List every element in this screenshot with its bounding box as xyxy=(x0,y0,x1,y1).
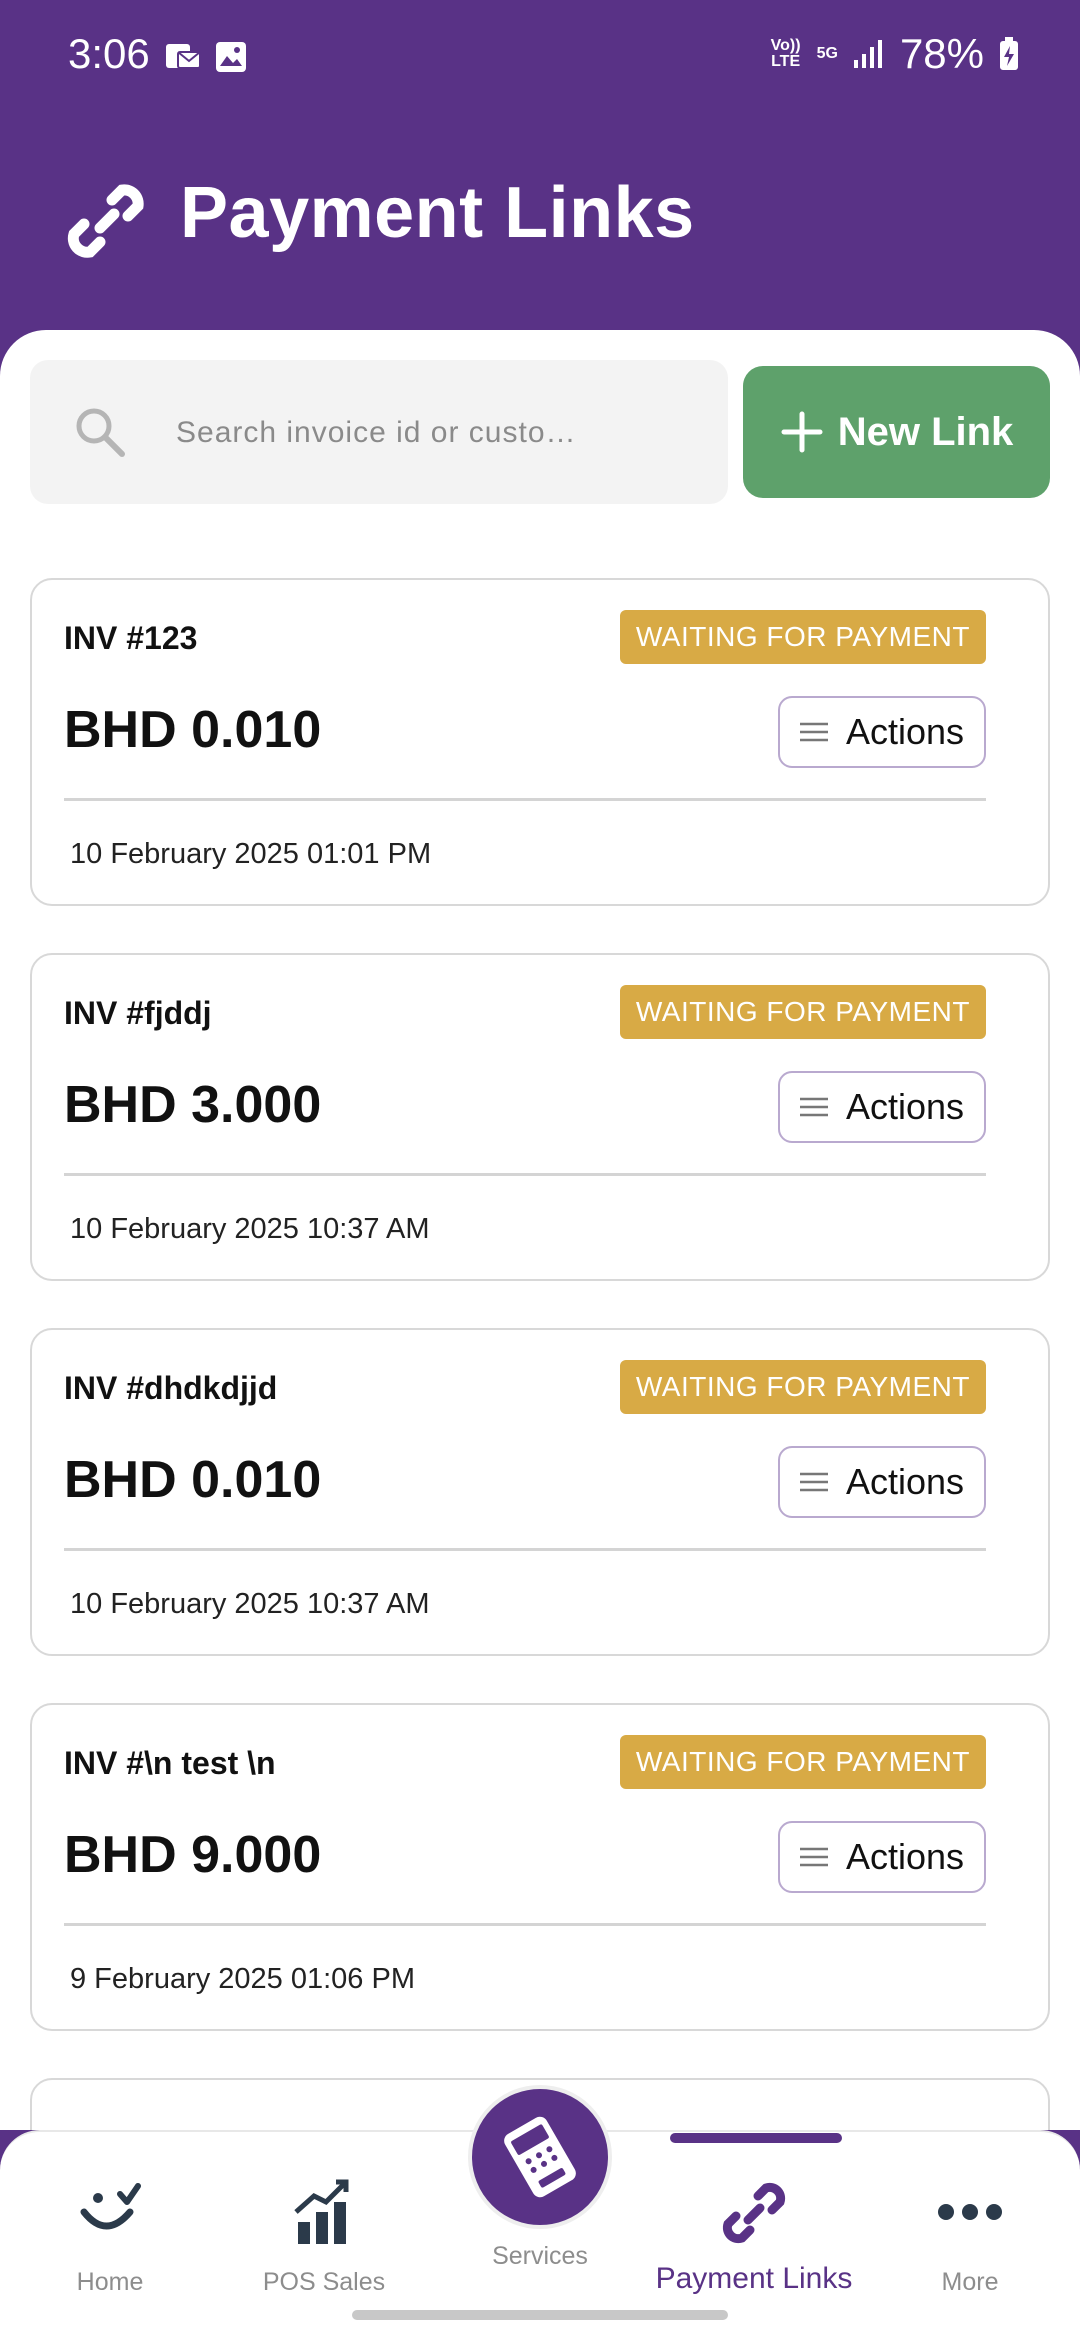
nav-item-services[interactable] xyxy=(468,2085,612,2229)
nav-label-services: Services xyxy=(492,2242,588,2270)
created-date: 9 February 2025 01:06 PM xyxy=(70,1963,415,1995)
search-box[interactable] xyxy=(30,360,728,504)
battery-percent: 78% xyxy=(899,30,984,77)
nav-item-payment-links[interactable]: Payment Links xyxy=(654,2132,854,2312)
status-bar: 3:06 Vo)) LTE 5G 78% xyxy=(0,0,1080,120)
actions-label: Actions xyxy=(845,1086,965,1127)
divider xyxy=(64,1923,986,1926)
new-link-button[interactable]: New Link xyxy=(743,366,1050,498)
nav-label-more: More xyxy=(941,2268,999,2296)
payment-link-card[interactable]: INV #\n test \n WAITING FOR PAYMENT BHD … xyxy=(30,1703,1050,2031)
actions-button[interactable]: Actions xyxy=(778,1071,986,1143)
network-5g-indicator: 5G xyxy=(816,45,838,62)
nav-label-payment-links: Payment Links xyxy=(655,2262,853,2295)
status-system: Vo)) LTE 5G 78% xyxy=(769,30,1020,78)
card-terminal-icon xyxy=(504,2116,576,2198)
active-tab-indicator xyxy=(670,2133,842,2143)
divider xyxy=(64,798,986,801)
link-icon xyxy=(67,184,144,258)
bar-chart-icon xyxy=(294,2179,349,2244)
amount: BHD 9.000 xyxy=(64,1826,322,1884)
status-time: 3:06 xyxy=(68,30,150,77)
volte-indicator: Vo)) LTE xyxy=(770,37,801,70)
payment-link-card[interactable]: INV #fjddj WAITING FOR PAYMENT BHD 3.000… xyxy=(30,953,1050,1281)
signal-icon xyxy=(853,40,882,68)
created-date: 10 February 2025 10:37 AM xyxy=(70,1588,430,1620)
image-notification-icon xyxy=(216,42,246,72)
plus-icon xyxy=(781,411,823,453)
invoice-id: INV #fjddj xyxy=(64,995,212,1031)
actions-label: Actions xyxy=(845,1461,965,1502)
content-sheet: New Link INV #123 WAITING FOR PAYMENT BH… xyxy=(0,330,1080,2130)
status-badge: WAITING FOR PAYMENT xyxy=(619,1735,986,1789)
actions-label: Actions xyxy=(845,1836,965,1877)
nav-label-home: Home xyxy=(76,2268,144,2296)
created-date: 10 February 2025 10:37 AM xyxy=(70,1213,430,1245)
divider xyxy=(64,1548,986,1551)
menu-icon xyxy=(799,1097,828,1117)
home-indicator[interactable] xyxy=(352,2310,728,2320)
created-date: 10 February 2025 01:01 PM xyxy=(70,838,432,870)
menu-icon xyxy=(799,1847,828,1867)
actions-button[interactable]: Actions xyxy=(778,1446,986,1518)
status-badge: WAITING FOR PAYMENT xyxy=(619,610,986,664)
mail-notification-icon xyxy=(166,44,201,69)
payment-link-card[interactable]: INV #123 WAITING FOR PAYMENT BHD 0.010 A… xyxy=(30,578,1050,906)
status-notifications xyxy=(164,40,248,74)
invoice-id: INV #123 xyxy=(64,620,198,656)
search-input[interactable] xyxy=(174,404,698,462)
nav-item-pos-sales[interactable]: POS Sales xyxy=(224,2132,424,2312)
invoice-id: INV #dhdkdjjd xyxy=(64,1370,278,1406)
actions-button[interactable]: Actions xyxy=(778,696,986,768)
amount: BHD 3.000 xyxy=(64,1076,322,1134)
search-icon xyxy=(76,408,125,457)
status-badge: WAITING FOR PAYMENT xyxy=(619,1360,986,1414)
amount: BHD 0.010 xyxy=(64,701,322,759)
actions-label: Actions xyxy=(845,711,965,752)
status-badge: WAITING FOR PAYMENT xyxy=(619,985,986,1039)
payment-link-card[interactable]: INV #dhdkdjjd WAITING FOR PAYMENT BHD 0.… xyxy=(30,1328,1050,1656)
invoice-id: INV #\n test \n xyxy=(64,1745,276,1781)
more-dots-icon xyxy=(938,2204,1002,2220)
nav-item-home[interactable]: Home xyxy=(10,2132,210,2312)
amount: BHD 0.010 xyxy=(64,1451,322,1509)
smile-icon xyxy=(80,2183,141,2230)
battery-charging-icon xyxy=(1000,37,1018,70)
menu-icon xyxy=(799,1472,828,1492)
nav-label-pos-sales: POS Sales xyxy=(262,2268,386,2296)
link-icon xyxy=(722,2182,786,2244)
page-title: Payment Links xyxy=(180,173,695,253)
divider xyxy=(64,1173,986,1176)
nav-item-more[interactable]: More xyxy=(870,2132,1070,2312)
new-link-label: New Link xyxy=(837,409,1014,454)
actions-button[interactable]: Actions xyxy=(778,1821,986,1893)
menu-icon xyxy=(799,722,828,742)
